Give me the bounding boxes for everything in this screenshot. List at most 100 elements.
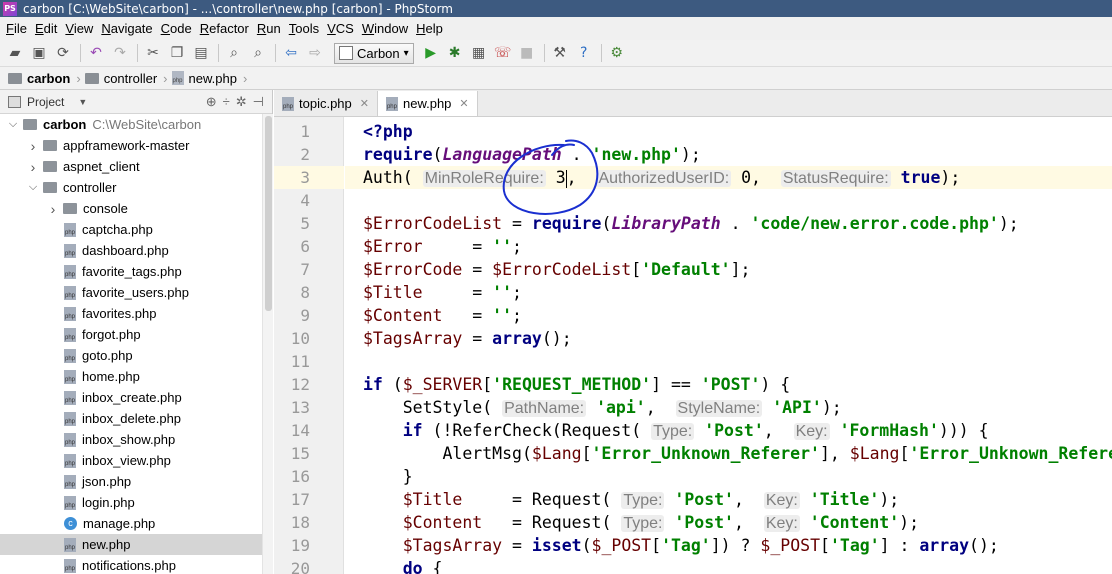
tree-file[interactable]: php goto.php [0, 345, 262, 366]
code-string: 'Default' [641, 260, 731, 279]
undo-icon[interactable]: ↶ [85, 42, 107, 64]
hide-panel-icon[interactable]: ⊣ [253, 94, 264, 110]
tree-file[interactable]: php inbox_view.php [0, 450, 262, 471]
scroll-from-source-icon[interactable]: ⊕ [206, 94, 217, 110]
tree-file[interactable]: php notifications.php [0, 555, 262, 574]
debug-listen-icon[interactable]: ☏ [492, 42, 514, 64]
tree-file[interactable]: php favorite_users.php [0, 282, 262, 303]
project-view-selector[interactable]: Project [27, 95, 64, 109]
back-icon[interactable]: ⇦ [280, 42, 302, 64]
open-folder-icon[interactable]: ▰ [4, 42, 26, 64]
parameter-hint: Key: [763, 515, 800, 532]
menu-item-navigate[interactable]: Navigate [99, 21, 158, 36]
code-string: 'Title' [809, 490, 880, 509]
line-number: 13 [290, 398, 310, 417]
tree-file[interactable]: php captcha.php [0, 219, 262, 240]
toolbar-separator [600, 44, 602, 62]
breadcrumb-item-carbon[interactable]: carbon › [8, 71, 81, 86]
chevron-down-icon[interactable]: ▼ [78, 97, 87, 107]
chevron-right-icon[interactable]: › [46, 201, 60, 217]
tree-file[interactable]: php new.php [0, 534, 262, 555]
tree-folder[interactable]: › appframework-master [0, 135, 262, 156]
menu-item-vcs[interactable]: VCS [325, 21, 360, 36]
replace-icon[interactable]: ⌕ [247, 42, 269, 64]
close-icon[interactable]: ✕ [360, 97, 369, 110]
chevron-down-icon[interactable]: ⌵ [26, 181, 40, 194]
tree-file[interactable]: php login.php [0, 492, 262, 513]
scrollbar-thumb[interactable] [265, 116, 272, 311]
chevron-right-icon[interactable]: › [26, 159, 40, 175]
tree-item-label: home.php [82, 369, 140, 384]
project-panel-header: Project ▼ ⊕ ÷ ✲ ⊣ [0, 90, 272, 114]
menu-item-view[interactable]: View [63, 21, 99, 36]
tree-folder[interactable]: ⌵ controller [0, 177, 262, 198]
forward-icon[interactable]: ⇨ [304, 42, 326, 64]
menu-item-file[interactable]: File [4, 21, 33, 36]
tree-file[interactable]: php dashboard.php [0, 240, 262, 261]
project-scrollbar[interactable] [262, 114, 273, 574]
code-text: ); [998, 214, 1019, 233]
tree-folder[interactable]: ⌵ carbon C:\WebSite\carbon [0, 114, 262, 135]
menu-item-tools[interactable]: Tools [287, 21, 325, 36]
line-number: 17 [290, 490, 310, 509]
chevron-right-icon[interactable]: › [26, 138, 40, 154]
tree-item-label: manage.php [83, 516, 156, 531]
code-editor[interactable]: <?php require(LanguagePath . 'new.php'); A… [345, 117, 1112, 574]
php-file-icon: php [64, 558, 76, 573]
breadcrumb-item-file[interactable]: php new.php › [171, 71, 247, 86]
editor-tab[interactable]: php topic.php ✕ [274, 91, 378, 116]
tree-file[interactable]: php inbox_delete.php [0, 408, 262, 429]
tree-file[interactable]: php favorite_tags.php [0, 261, 262, 282]
tree-file[interactable]: php home.php [0, 366, 262, 387]
close-icon[interactable]: ✕ [459, 97, 468, 110]
run-icon[interactable]: ▶ [420, 42, 442, 64]
help-icon[interactable]: ? [573, 42, 595, 64]
folder-icon [23, 119, 37, 130]
tree-file[interactable]: php inbox_create.php [0, 387, 262, 408]
debug-icon[interactable]: ✱ [444, 42, 466, 64]
line-number: 10 [290, 329, 310, 348]
redo-icon[interactable]: ↷ [109, 42, 131, 64]
tree-file[interactable]: php favorites.php [0, 303, 262, 324]
code-text: AlertMsg( [363, 444, 532, 463]
coverage-icon[interactable]: ▦ [468, 42, 490, 64]
line-number: 18 [290, 513, 310, 532]
menu-item-refactor[interactable]: Refactor [198, 21, 255, 36]
paste-icon[interactable]: ▤ [190, 42, 212, 64]
code-string: 'Post' [704, 421, 764, 440]
code-text: Auth( [363, 168, 423, 187]
run-configuration-dropdown[interactable]: Carbon ▾ [334, 42, 414, 64]
tree-folder[interactable]: › aspnet_client [0, 156, 262, 177]
editor-tab[interactable]: php new.php ✕ [377, 91, 478, 116]
tree-folder[interactable]: › console [0, 198, 262, 219]
gear-icon[interactable]: ✲ [236, 94, 247, 110]
code-string: '' [492, 283, 513, 302]
breadcrumb-item-controller[interactable]: controller › [84, 71, 168, 86]
php-file-icon: php [282, 96, 294, 111]
menu-item-edit[interactable]: Edit [33, 21, 63, 36]
cut-icon[interactable]: ✂ [142, 42, 164, 64]
code-variable: $_POST [591, 536, 652, 555]
menu-item-run[interactable]: Run [255, 21, 287, 36]
stop-icon[interactable]: ■ [516, 42, 538, 64]
editor-tabs: php topic.php ✕ php new.php ✕ [274, 90, 1112, 117]
code-line: $TagsArray = isset($_POST['Tag']) ? $_PO… [363, 534, 999, 557]
menu-item-code[interactable]: Code [159, 21, 198, 36]
code-text: ], [819, 444, 850, 463]
tree-file[interactable]: php inbox_show.php [0, 429, 262, 450]
tree-file[interactable]: c manage.php [0, 513, 262, 534]
tree-file[interactable]: php json.php [0, 471, 262, 492]
find-icon[interactable]: ⌕ [223, 42, 245, 64]
menu-item-window[interactable]: Window [360, 21, 414, 36]
chevron-down-icon[interactable]: ⌵ [6, 118, 20, 131]
sync-icon[interactable]: ⟳ [52, 42, 74, 64]
plugin-icon[interactable]: ⚙ [606, 42, 628, 64]
tree-file[interactable]: php forgot.php [0, 324, 262, 345]
save-icon[interactable]: ▣ [28, 42, 50, 64]
settings-icon[interactable]: ⚒ [549, 42, 571, 64]
menu-item-help[interactable]: Help [414, 21, 449, 36]
copy-icon[interactable]: ❐ [166, 42, 188, 64]
code-keyword: require [363, 145, 433, 164]
collapse-all-icon[interactable]: ÷ [223, 94, 230, 110]
